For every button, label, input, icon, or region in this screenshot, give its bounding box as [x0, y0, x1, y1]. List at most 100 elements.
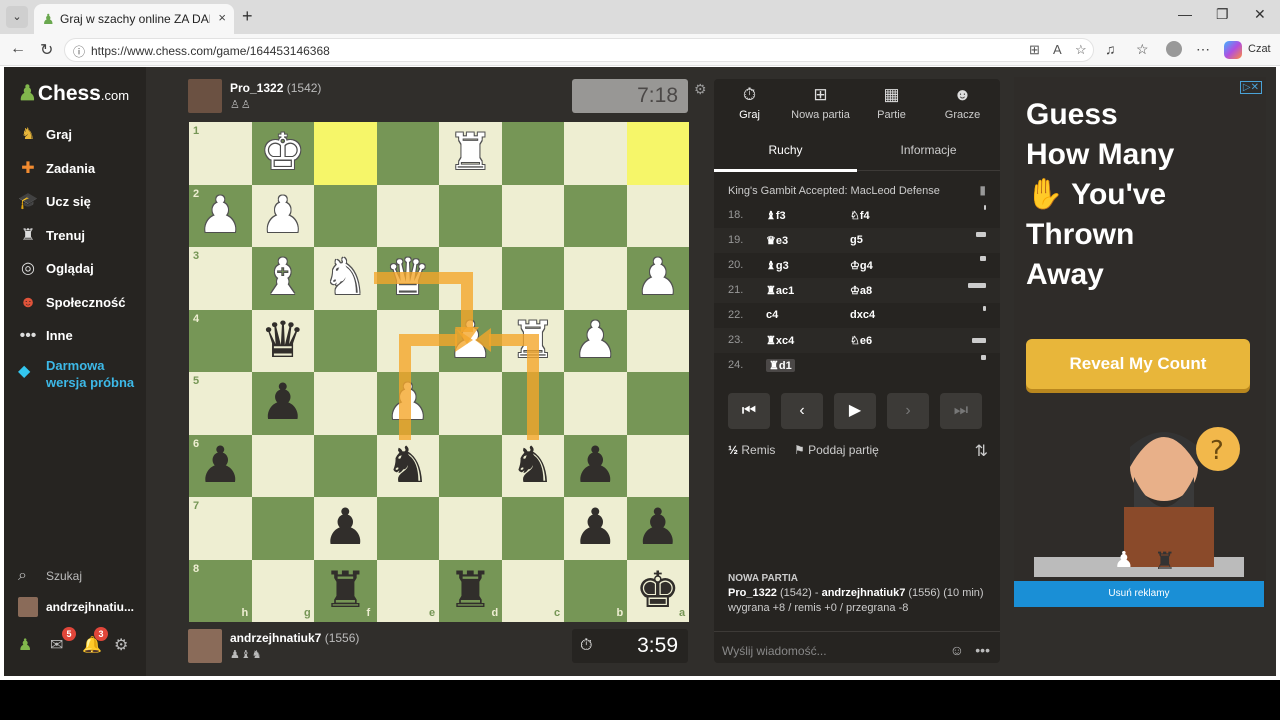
white-pawn-icon[interactable]: ♟: [252, 185, 315, 248]
sidebar-item-train[interactable]: ♜ Trenuj: [18, 224, 146, 248]
white-move[interactable]: ♛e3: [766, 234, 788, 247]
board-square[interactable]: [564, 247, 627, 310]
board-square[interactable]: [439, 184, 502, 247]
board-square[interactable]: [626, 122, 689, 185]
board-square[interactable]: [564, 184, 627, 247]
board-square[interactable]: [314, 372, 377, 435]
white-move[interactable]: ♜ac1: [766, 284, 794, 297]
previous-move-button[interactable]: ‹: [781, 393, 823, 429]
remove-ads-link[interactable]: Usuń reklamy: [1014, 581, 1264, 607]
black-move[interactable]: ♘e6: [850, 334, 872, 347]
resign-button[interactable]: ⚑ Poddaj partię: [794, 443, 879, 457]
black-move[interactable]: dxc4: [850, 309, 875, 321]
board-settings-gear-icon[interactable]: ⚙: [694, 81, 707, 98]
site-info-icon[interactable]: ⓘ: [73, 43, 85, 60]
czat-button[interactable]: Czat: [1248, 43, 1271, 55]
back-icon[interactable]: ←: [10, 40, 26, 58]
board-square[interactable]: [439, 497, 502, 560]
browser-tab[interactable]: ♟ Graj w szachy online ZA DARMO ×: [34, 4, 234, 34]
first-move-button[interactable]: ⏮: [728, 393, 770, 429]
profile-avatar[interactable]: [1166, 41, 1182, 57]
favorites-icon[interactable]: ☆: [1136, 41, 1149, 58]
board-square[interactable]: [626, 309, 689, 372]
white-queen-icon[interactable]: ♛: [377, 247, 440, 310]
board-square[interactable]: [251, 434, 314, 497]
play-button[interactable]: ▶: [834, 393, 876, 429]
close-tab-icon[interactable]: ×: [218, 10, 226, 25]
tab-new-game[interactable]: ⊞ Nowa partia: [785, 79, 856, 127]
top-player-name[interactable]: Pro_1322 (1542): [230, 81, 321, 95]
move-list[interactable]: 18. ♝f3 ♘f4 19. ♛e3 g5 20. ♝g3 ♔g4 21. ♜ac1 ♔a8 …: [714, 203, 1000, 379]
bottom-player-name[interactable]: andrzejhnatiuk7 (1556): [230, 631, 359, 645]
black-pawn-icon[interactable]: ♟: [564, 435, 627, 498]
sidebar-item-learn[interactable]: 🎓 Ucz się: [18, 190, 146, 214]
black-move[interactable]: g5: [850, 234, 863, 246]
board-square[interactable]: [251, 497, 314, 560]
chat-input[interactable]: Wyślij wiadomość...: [722, 644, 827, 658]
board-square[interactable]: [501, 497, 564, 560]
white-rook-icon[interactable]: ♜: [502, 310, 565, 373]
white-pawn-icon[interactable]: ♟: [564, 310, 627, 373]
black-rook-icon[interactable]: ♜: [314, 560, 377, 623]
tab-moves[interactable]: Ruchy: [714, 143, 857, 157]
board-square[interactable]: [501, 247, 564, 310]
current-move[interactable]: ♜d1: [766, 359, 795, 372]
info-player-2[interactable]: andrzejhnatiuk7: [822, 587, 906, 599]
board-square[interactable]: [314, 309, 377, 372]
black-knight-icon[interactable]: ♞: [377, 435, 440, 498]
black-pawn-icon[interactable]: ♟: [564, 497, 627, 560]
board-square[interactable]: [439, 247, 502, 310]
board-square[interactable]: [376, 309, 439, 372]
board-square[interactable]: [376, 122, 439, 185]
tab-info[interactable]: Informacje: [857, 143, 1000, 157]
settings-gear-icon[interactable]: ⚙: [114, 635, 128, 655]
board-square[interactable]: [501, 122, 564, 185]
black-king-icon[interactable]: ♚: [627, 560, 690, 623]
friends-icon[interactable]: ♟: [18, 635, 32, 655]
flip-board-icon[interactable]: ⇅: [975, 441, 988, 461]
copilot-icon[interactable]: [1224, 41, 1242, 59]
white-pawn-icon[interactable]: ♟: [627, 247, 690, 310]
ad-choices-icon[interactable]: ▷✕: [1239, 81, 1262, 94]
white-move[interactable]: ♝f3: [766, 209, 786, 222]
avatar[interactable]: [188, 629, 222, 663]
board-square[interactable]: [314, 434, 377, 497]
reload-icon[interactable]: ↻: [40, 40, 53, 60]
black-queen-icon[interactable]: ♛: [252, 310, 315, 373]
board-square[interactable]: [626, 372, 689, 435]
board-square[interactable]: [564, 372, 627, 435]
board-square[interactable]: [439, 372, 502, 435]
info-player-1[interactable]: Pro_1322: [728, 587, 777, 599]
board-square[interactable]: [626, 434, 689, 497]
chess-board[interactable]: 1 2 3 4 5 6 7 8 h g f e d c b a ♚ ♜ ♟ ♟ ♝ ♞ ♛ ♟ ♛ ♟ ♜ ♟ ♟ ♟ ♟ ♞ ♞ ♟ ♟ ♟ ♟ ♜ ♜ ♚: [189, 122, 689, 622]
emoji-icon[interactable]: ☺: [950, 642, 964, 658]
reveal-count-button[interactable]: Reveal My Count: [1026, 339, 1250, 389]
sidebar-item-watch[interactable]: ◎ Oglądaj: [18, 257, 146, 281]
draw-button[interactable]: ½ Remis: [728, 443, 775, 457]
board-square[interactable]: [376, 497, 439, 560]
sidebar-item-puzzles[interactable]: ✚ Zadania: [18, 157, 146, 181]
url-field[interactable]: ⓘ https://www.chess.com/game/16445314636…: [64, 38, 1094, 62]
book-icon[interactable]: ▮: [979, 183, 986, 197]
black-pawn-icon[interactable]: ♟: [627, 497, 690, 560]
new-tab-button[interactable]: +: [242, 6, 253, 27]
white-move[interactable]: c4: [766, 309, 778, 321]
last-move-button[interactable]: ⏭: [940, 393, 982, 429]
white-knight-icon[interactable]: ♞: [314, 247, 377, 310]
board-square[interactable]: [501, 372, 564, 435]
board-square[interactable]: [314, 122, 377, 185]
board-square[interactable]: [439, 434, 502, 497]
chess-logo[interactable]: ♟Chess.com: [18, 81, 129, 106]
white-move[interactable]: ♜xc4: [766, 334, 794, 347]
sidebar-item-play[interactable]: ♞ Graj: [18, 123, 146, 147]
favorite-star-icon[interactable]: ☆: [1075, 42, 1087, 58]
board-square[interactable]: [376, 184, 439, 247]
black-rook-icon[interactable]: ♜: [439, 560, 502, 623]
board-square[interactable]: [564, 122, 627, 185]
messages-icon[interactable]: ✉: [50, 635, 63, 655]
close-window-icon[interactable]: ✕: [1254, 6, 1266, 23]
white-bishop-icon[interactable]: ♝: [252, 247, 315, 310]
app-icon[interactable]: ⊞: [1029, 42, 1040, 58]
read-aloud-icon[interactable]: A: [1053, 42, 1062, 57]
tab-play[interactable]: ⏱ Graj: [714, 79, 785, 127]
